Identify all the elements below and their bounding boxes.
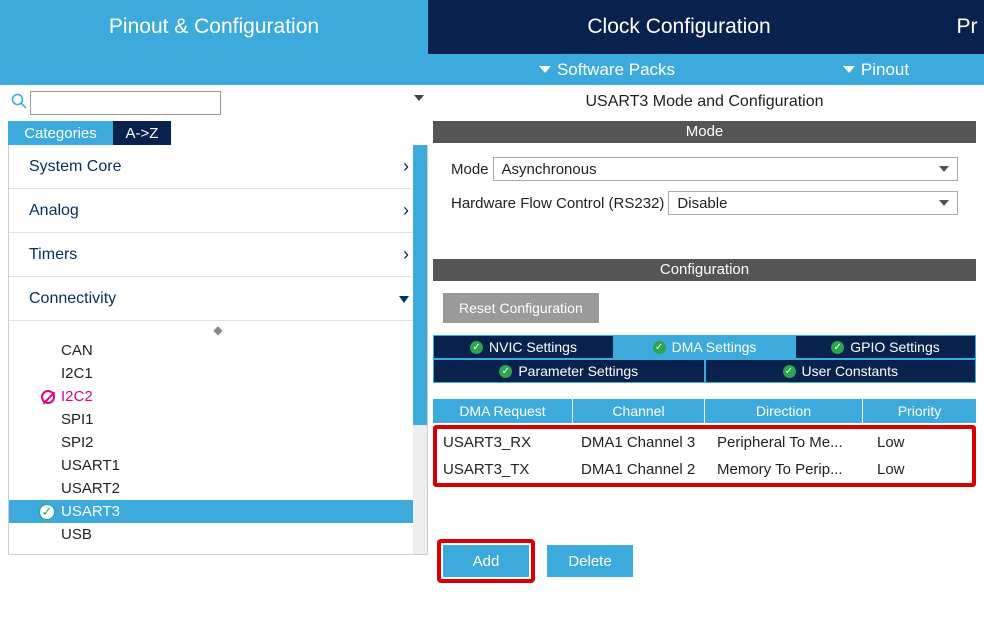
tab-clock-config[interactable]: Clock Configuration xyxy=(428,0,930,54)
cell-direction: Peripheral To Me... xyxy=(711,429,871,456)
mode-header: Mode xyxy=(433,121,976,143)
th-direction[interactable]: Direction xyxy=(705,399,863,423)
dma-button-row: Add Delete xyxy=(433,539,976,583)
top-tabs: Pinout & Configuration Clock Configurati… xyxy=(0,0,984,54)
reset-config-button[interactable]: Reset Configuration xyxy=(443,293,599,323)
dma-row[interactable]: USART3_RX DMA1 Channel 3 Peripheral To M… xyxy=(437,429,972,456)
check-icon: ✓ xyxy=(470,341,483,354)
chevron-down-icon xyxy=(843,66,855,73)
section-label: System Core xyxy=(29,158,121,176)
tab-user-constants[interactable]: ✓User Constants xyxy=(705,359,977,383)
config-header: Configuration xyxy=(433,259,976,281)
check-icon: ✓ xyxy=(783,365,796,378)
tab-dma-settings[interactable]: ✓DMA Settings xyxy=(614,335,795,359)
sub-bar: Software Packs Pinout xyxy=(0,54,984,85)
section-label: Analog xyxy=(29,202,79,220)
drag-handle-icon[interactable]: ◆ xyxy=(9,323,427,339)
section-system-core[interactable]: System Core › xyxy=(9,145,427,189)
chevron-right-icon: › xyxy=(403,244,409,265)
check-icon: ✓ xyxy=(499,365,512,378)
conn-item-spi1[interactable]: SPI1 xyxy=(9,408,427,431)
left-panel: Categories A->Z System Core › Analog › T… xyxy=(8,89,428,555)
cell-direction: Memory To Perip... xyxy=(711,456,871,483)
search-input[interactable] xyxy=(30,91,221,115)
tab-parameter-settings[interactable]: ✓Parameter Settings xyxy=(433,359,705,383)
hwflow-label: Hardware Flow Control (RS232) xyxy=(451,195,664,212)
scrollbar[interactable] xyxy=(413,145,427,554)
tab-categories[interactable]: Categories xyxy=(8,121,113,145)
tab-gpio-settings[interactable]: ✓GPIO Settings xyxy=(795,335,976,359)
conn-item-usart1[interactable]: USART1 xyxy=(9,454,427,477)
tab-nvic-settings[interactable]: ✓NVIC Settings xyxy=(433,335,614,359)
peripheral-title: USART3 Mode and Configuration xyxy=(433,89,976,121)
cell-channel: DMA1 Channel 2 xyxy=(575,456,711,483)
hwflow-select[interactable]: Disable xyxy=(668,191,958,215)
ban-icon xyxy=(41,390,55,404)
conn-item-spi2[interactable]: SPI2 xyxy=(9,431,427,454)
check-icon: ✓ xyxy=(831,341,844,354)
conn-item-usart2[interactable]: USART2 xyxy=(9,477,427,500)
th-priority[interactable]: Priority xyxy=(863,399,976,423)
conn-item-i2c2[interactable]: I2C2 xyxy=(9,385,427,408)
cell-priority: Low xyxy=(871,456,972,483)
check-icon: ✓ xyxy=(653,341,666,354)
category-body: System Core › Analog › Timers › Connecti… xyxy=(8,145,428,555)
th-dma-request[interactable]: DMA Request xyxy=(433,399,573,423)
scrollbar-thumb[interactable] xyxy=(413,145,427,425)
hwflow-value: Disable xyxy=(677,195,727,212)
conn-item-i2c1[interactable]: I2C1 xyxy=(9,362,427,385)
section-connectivity[interactable]: Connectivity xyxy=(9,277,427,321)
chevron-down-icon xyxy=(539,66,551,73)
config-tabs: ✓NVIC Settings ✓DMA Settings ✓GPIO Setti… xyxy=(433,335,976,383)
mode-label: Mode xyxy=(451,161,489,178)
software-packs-label: Software Packs xyxy=(557,60,675,80)
right-panel: USART3 Mode and Configuration Mode Mode … xyxy=(433,89,976,583)
dma-table-header: DMA Request Channel Direction Priority xyxy=(433,399,976,423)
cell-request: USART3_TX xyxy=(437,456,575,483)
dropdown-software-packs[interactable]: Software Packs xyxy=(428,60,786,80)
conn-item-usart3[interactable]: ✓USART3 xyxy=(9,500,427,523)
connectivity-items: ◆ CAN I2C1 I2C2 SPI1 SPI2 USART1 USART2 … xyxy=(9,321,427,554)
chevron-down-icon xyxy=(399,290,409,308)
section-label: Connectivity xyxy=(29,290,116,308)
th-channel[interactable]: Channel xyxy=(573,399,705,423)
conn-item-usb[interactable]: USB xyxy=(9,523,427,546)
add-highlight-box: Add xyxy=(437,539,535,583)
chevron-down-icon xyxy=(939,166,949,172)
conn-item-can[interactable]: CAN xyxy=(9,339,427,362)
mode-select[interactable]: Asynchronous xyxy=(493,157,958,181)
tab-project[interactable]: Pr xyxy=(930,0,984,54)
tab-az[interactable]: A->Z xyxy=(113,121,171,145)
cell-priority: Low xyxy=(871,429,972,456)
dma-table-body: USART3_RX DMA1 Channel 3 Peripheral To M… xyxy=(437,429,972,483)
chevron-down-icon[interactable] xyxy=(414,95,424,101)
check-icon: ✓ xyxy=(39,504,55,520)
dma-row[interactable]: USART3_TX DMA1 Channel 2 Memory To Perip… xyxy=(437,456,972,483)
section-analog[interactable]: Analog › xyxy=(9,189,427,233)
delete-button[interactable]: Delete xyxy=(547,545,633,577)
mode-body: Mode Asynchronous Hardware Flow Control … xyxy=(433,143,976,239)
pinout-label: Pinout xyxy=(861,60,909,80)
section-timers[interactable]: Timers › xyxy=(9,233,427,277)
mode-value: Asynchronous xyxy=(502,161,597,178)
dma-highlight-box: USART3_RX DMA1 Channel 3 Peripheral To M… xyxy=(433,425,976,487)
chevron-right-icon: › xyxy=(403,156,409,177)
cell-request: USART3_RX xyxy=(437,429,575,456)
dropdown-pinout[interactable]: Pinout xyxy=(786,60,966,80)
tab-pinout-config[interactable]: Pinout & Configuration xyxy=(0,0,428,54)
cell-channel: DMA1 Channel 3 xyxy=(575,429,711,456)
search-icon[interactable] xyxy=(8,92,30,115)
chevron-down-icon xyxy=(939,200,949,206)
section-label: Timers xyxy=(29,246,77,264)
add-button[interactable]: Add xyxy=(443,545,529,577)
chevron-right-icon: › xyxy=(403,200,409,221)
category-tabs: Categories A->Z xyxy=(8,121,428,145)
search-row xyxy=(8,89,428,117)
